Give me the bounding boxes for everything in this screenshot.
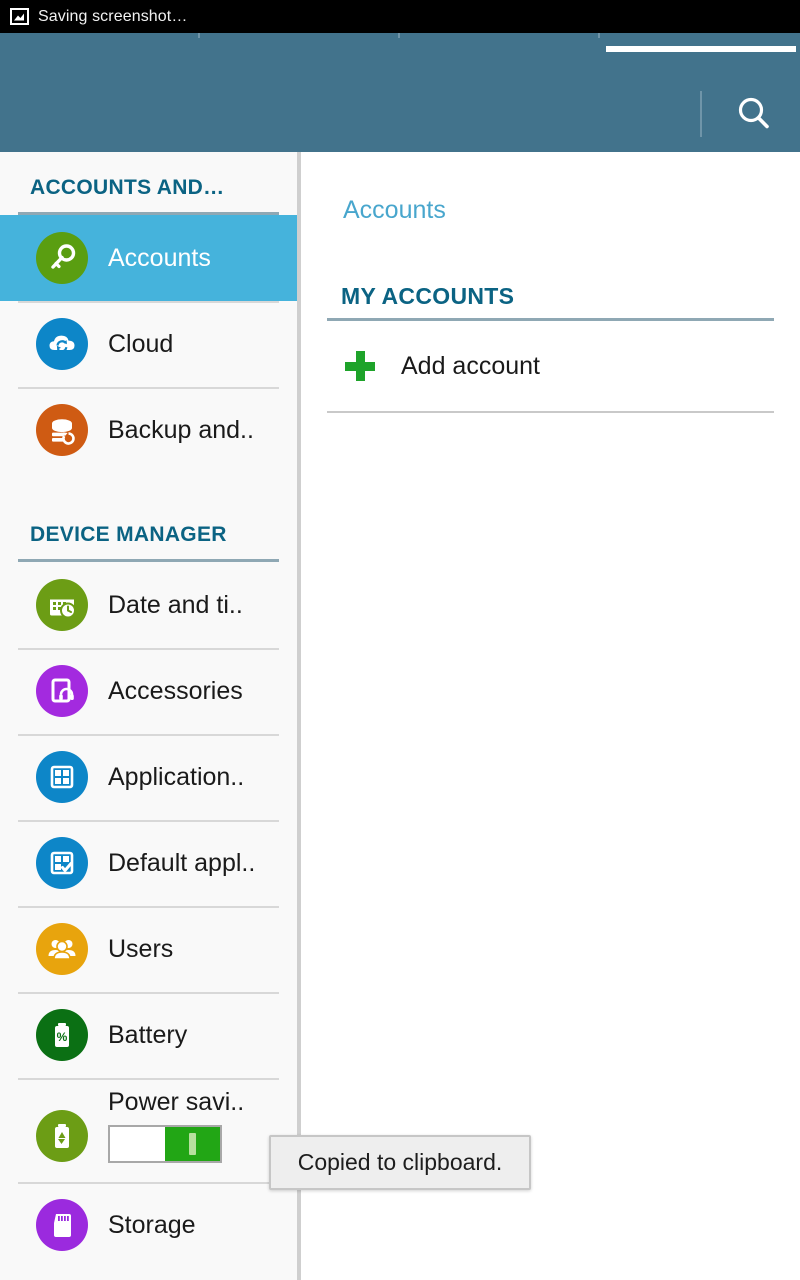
sidebar-item-backup-and-reset[interactable]: Backup and.. [0,387,297,473]
search-icon[interactable] [730,90,778,138]
users-icon [36,923,88,975]
tab-selected-indicator [606,46,796,52]
calendar-clock-icon [36,579,88,631]
content-area: ACCOUNTS AND… Accounts [0,152,800,1280]
add-account-button[interactable]: Add account [327,321,774,413]
sidebar-item-accessories[interactable]: Accessories [0,648,297,734]
apps-grid-icon [36,751,88,803]
key-icon [36,232,88,284]
sidebar-item-accessories-label: Accessories [108,677,243,706]
sidebar-item-default-applications-label: Default appl.. [108,849,255,878]
header-tools [500,76,800,152]
section-header-accounts: ACCOUNTS AND… [0,152,297,206]
my-accounts-header: MY ACCOUNTS [327,225,774,310]
add-account-label: Add account [401,352,540,381]
sidebar-item-storage[interactable]: Storage [0,1182,297,1268]
sidebar-item-date-and-time[interactable]: Date and ti.. [0,562,297,648]
sidebar-item-users-label: Users [108,935,173,964]
toast-text: Copied to clipboard. [298,1149,503,1176]
plus-icon [345,351,375,381]
accessories-headset-icon [36,665,88,717]
sidebar-item-power-saving-label: Power savi.. [108,1088,244,1117]
apps-grid-check-icon [36,837,88,889]
battery-percent-icon: % [36,1009,88,1061]
toast-notification: Copied to clipboard. [269,1135,531,1190]
power-saving-content: Power savi.. [108,1088,244,1163]
cloud-sync-icon [36,318,88,370]
sidebar-item-users[interactable]: Users [0,906,297,992]
sidebar-item-application-manager-label: Application.. [108,763,244,792]
page-title: Accounts [327,152,774,225]
sidebar-item-date-and-time-label: Date and ti.. [108,591,243,620]
my-accounts-label: MY ACCOUNTS [341,283,774,310]
section-header-device-manager-label: DEVICE MANAGER [30,523,297,547]
sidebar-item-cloud[interactable]: Cloud [0,301,297,387]
toolbar-divider [700,91,702,137]
sidebar-item-battery[interactable]: % Battery [0,992,297,1078]
backup-reset-icon [36,404,88,456]
sidebar-item-default-applications[interactable]: Default appl.. [0,820,297,906]
settings-screen: Connecti.. Device Controls General [0,0,800,1280]
power-saving-toggle[interactable] [108,1125,222,1163]
power-saving-icon [36,1110,88,1162]
toggle-track-on [165,1127,220,1161]
sidebar-item-accounts-label: Accounts [108,244,211,273]
sidebar-item-application-manager[interactable]: Application.. [0,734,297,820]
detail-pane: Accounts MY ACCOUNTS Add account [301,152,800,1280]
section-header-device-manager: DEVICE MANAGER [0,473,297,553]
screenshot-image-icon [10,7,29,26]
sidebar-item-accounts[interactable]: Accounts [0,215,297,301]
sd-card-icon [36,1199,88,1251]
status-bar-text: Saving screenshot… [38,8,187,26]
sidebar-item-battery-label: Battery [108,1021,187,1050]
status-bar: Saving screenshot… [0,0,800,33]
settings-sidebar[interactable]: ACCOUNTS AND… Accounts [0,152,301,1280]
toggle-track-off [110,1127,165,1161]
section-header-accounts-label: ACCOUNTS AND… [30,176,297,200]
sidebar-item-cloud-label: Cloud [108,330,173,359]
svg-text:%: % [57,1030,68,1044]
sidebar-item-power-saving[interactable]: Power savi.. [0,1078,297,1182]
sidebar-item-storage-label: Storage [108,1211,196,1240]
sidebar-item-backup-and-reset-label: Backup and.. [108,416,254,445]
toggle-knob-mark [189,1133,196,1155]
